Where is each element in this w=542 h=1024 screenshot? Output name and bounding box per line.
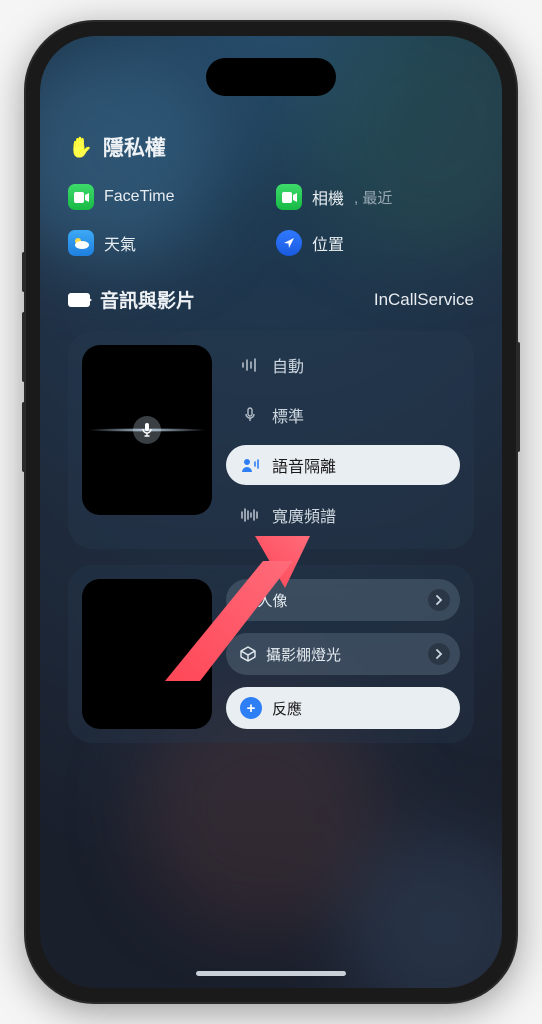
power-button bbox=[516, 342, 520, 452]
app-sublabel: , 最近 bbox=[354, 187, 392, 208]
chevron-right-icon bbox=[428, 589, 450, 611]
option-label: 人像 bbox=[258, 590, 419, 611]
option-label: 反應 bbox=[272, 698, 450, 719]
app-label: 天氣 bbox=[104, 231, 136, 255]
app-label: FaceTime bbox=[104, 188, 175, 206]
video-effect-reactions[interactable]: + 反應 bbox=[226, 687, 460, 729]
video-effects-panel: ƒ 人像 攝影棚燈光 bbox=[68, 565, 474, 743]
dynamic-island bbox=[206, 58, 336, 96]
side-button bbox=[22, 252, 26, 292]
video-icon bbox=[68, 293, 90, 307]
volume-down-button bbox=[22, 402, 26, 472]
app-location[interactable]: 位置 bbox=[276, 230, 474, 256]
phone-frame: ✋ 隱私權 FaceTime 相機 , 最近 bbox=[26, 22, 516, 1002]
app-facetime[interactable]: FaceTime bbox=[68, 184, 266, 210]
option-label: 自動 bbox=[272, 353, 304, 377]
waveform-auto-icon bbox=[240, 358, 260, 372]
mic-modes-panel: 自動 標準 語音隔離 bbox=[68, 331, 474, 549]
screen: ✋ 隱私權 FaceTime 相機 , 最近 bbox=[40, 36, 502, 988]
option-label: 攝影棚燈光 bbox=[266, 644, 418, 665]
app-label: 相機 bbox=[312, 185, 344, 209]
section-title: 音訊與影片 bbox=[100, 286, 195, 313]
av-section-header: 音訊與影片 InCallService bbox=[68, 286, 474, 313]
volume-up-button bbox=[22, 312, 26, 382]
weather-icon bbox=[68, 230, 94, 256]
video-effect-studio-light[interactable]: 攝影棚燈光 bbox=[226, 633, 460, 675]
privacy-title: 隱私權 bbox=[103, 132, 166, 162]
plus-icon: + bbox=[240, 697, 262, 719]
video-preview-thumbnail[interactable] bbox=[82, 579, 212, 729]
mic-mode-auto[interactable]: 自動 bbox=[226, 345, 460, 385]
microphone-icon bbox=[240, 407, 260, 423]
home-indicator[interactable] bbox=[196, 971, 346, 976]
person-voice-icon bbox=[240, 457, 260, 473]
option-label: 寬廣頻譜 bbox=[272, 503, 336, 527]
facetime-icon bbox=[68, 184, 94, 210]
microphone-icon bbox=[133, 416, 161, 444]
waveform-wide-icon bbox=[240, 508, 260, 522]
mic-mode-standard[interactable]: 標準 bbox=[226, 395, 460, 435]
chevron-right-icon bbox=[428, 643, 450, 665]
f-aperture-icon: ƒ bbox=[240, 592, 248, 609]
app-label: 位置 bbox=[312, 231, 344, 255]
mic-mode-wide-spectrum[interactable]: 寬廣頻譜 bbox=[226, 495, 460, 535]
privacy-hand-icon: ✋ bbox=[68, 135, 93, 160]
video-effect-portrait[interactable]: ƒ 人像 bbox=[226, 579, 460, 621]
option-label: 標準 bbox=[272, 403, 304, 427]
app-weather[interactable]: 天氣 bbox=[68, 230, 266, 256]
mic-mode-voice-isolation[interactable]: 語音隔離 bbox=[226, 445, 460, 485]
service-name: InCallService bbox=[374, 290, 474, 310]
app-camera[interactable]: 相機 , 最近 bbox=[276, 184, 474, 210]
recent-apps-grid: FaceTime 相機 , 最近 天氣 bbox=[68, 184, 474, 256]
option-label: 語音隔離 bbox=[272, 453, 336, 477]
camera-icon bbox=[276, 184, 302, 210]
privacy-header: ✋ 隱私權 bbox=[68, 132, 474, 162]
cube-icon bbox=[240, 646, 256, 662]
location-icon bbox=[276, 230, 302, 256]
mic-preview-thumbnail[interactable] bbox=[82, 345, 212, 515]
